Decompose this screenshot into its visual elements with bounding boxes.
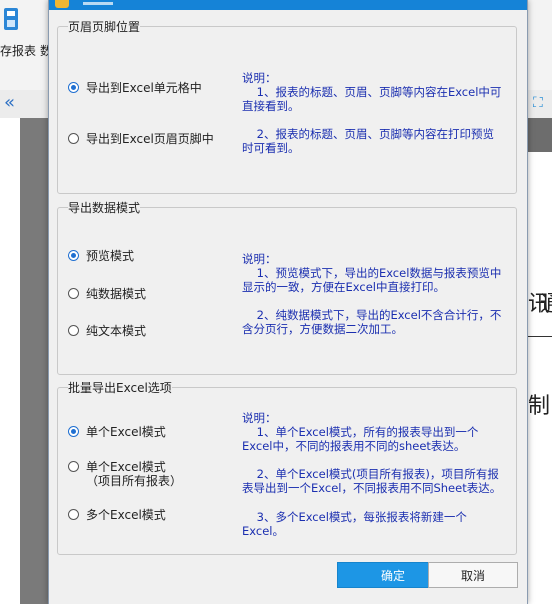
radio-circle[interactable] [68,133,79,144]
collapse-left-icon[interactable]: « [4,92,15,113]
radio-label: 纯文本模式 [86,324,147,338]
radio-circle[interactable] [68,426,79,437]
radio-label: 纯数据模式 [86,287,147,301]
app-icon [55,0,69,8]
group-title: 页眉页脚位置 [68,18,141,35]
option-note: 2、纯数据模式下，导出的Excel不含合计行，不 含分页行，方便数据二次加工。 [242,308,502,336]
header-footer-position-group: 页眉页脚位置 导出到Excel单元格中 导出到Excel页眉页脚中 说明： 1、… [57,18,517,194]
radio-label: 导出到Excel单元格中 [86,81,202,95]
save-report-icon[interactable] [2,6,22,32]
radio-circle[interactable] [68,288,79,299]
radio-circle[interactable] [68,325,79,336]
option-note: 说明： 1、预览模式下，导出的Excel数据与报表预览中 显示的一致，方便在Ex… [242,252,502,294]
radio-label: 导出到Excel页眉页脚中 [86,132,214,146]
group-title: 批量导出Excel选项 [68,379,172,396]
expand-icon[interactable]: ⛶ [533,95,543,111]
single-excel-all-reports-radio[interactable]: 单个Excel模式 （项目所有报表） [68,460,182,488]
background-left-panel [0,118,21,604]
radio-circle[interactable] [68,461,79,472]
export-data-mode-group: 导出数据模式 预览模式 纯数据模式 纯文本模式 说明： 1、预览模式下，导出的E… [57,199,517,375]
radio-label: 预览模式 [86,249,135,263]
radio-circle[interactable] [68,509,79,520]
group-title: 导出数据模式 [68,199,141,216]
option-note: 2、单个Excel模式(项目所有报表)，项目所有报 表导出到一个Excel，不同… [242,467,502,495]
single-excel-mode-radio[interactable]: 单个Excel模式 [68,425,166,439]
background-report-page [526,118,552,604]
cancel-button[interactable]: 取消 [428,562,518,588]
option-note: 2、报表的标题、页眉、页脚等内容在打印预览 时可看到。 [242,127,494,155]
radio-circle[interactable] [68,82,79,93]
background-report-header [526,118,552,152]
dialog-title-bar[interactable] [49,0,527,10]
dialog-title [83,2,113,5]
background-text-2: 通 [540,292,552,317]
background-canvas [20,118,48,604]
save-report-label[interactable]: 存报表 [0,42,36,59]
export-to-cells-radio[interactable]: 导出到Excel单元格中 [68,81,202,95]
excel-export-dialog: 页眉页脚位置 导出到Excel单元格中 导出到Excel页眉页脚中 说明： 1、… [48,0,528,604]
pure-data-mode-radio[interactable]: 纯数据模式 [68,287,146,301]
option-note: 说明： 1、报表的标题、页眉、页脚等内容在Excel中可 直接看到。 [242,71,502,113]
export-to-header-footer-radio[interactable]: 导出到Excel页眉页脚中 [68,132,214,146]
option-note: 说明： 1、单个Excel模式，所有的报表导出到一个 Excel中，不同的报表用… [242,411,479,453]
preview-mode-radio[interactable]: 预览模式 [68,249,134,263]
multiple-excel-mode-radio[interactable]: 多个Excel模式 [68,508,166,522]
radio-label: 单个Excel模式 （项目所有报表） [86,460,183,488]
radio-circle[interactable] [68,250,79,261]
option-note: 3、多个Excel模式，每张报表将新建一个 Excel。 [242,510,467,538]
radio-label: 单个Excel模式 [86,425,166,439]
batch-export-options-group: 批量导出Excel选项 单个Excel模式 单个Excel模式 （项目所有报表）… [57,379,517,555]
background-text-3: 制 [528,394,551,419]
pure-text-mode-radio[interactable]: 纯文本模式 [68,324,146,338]
radio-label: 多个Excel模式 [86,508,166,522]
background-rule [526,336,552,337]
